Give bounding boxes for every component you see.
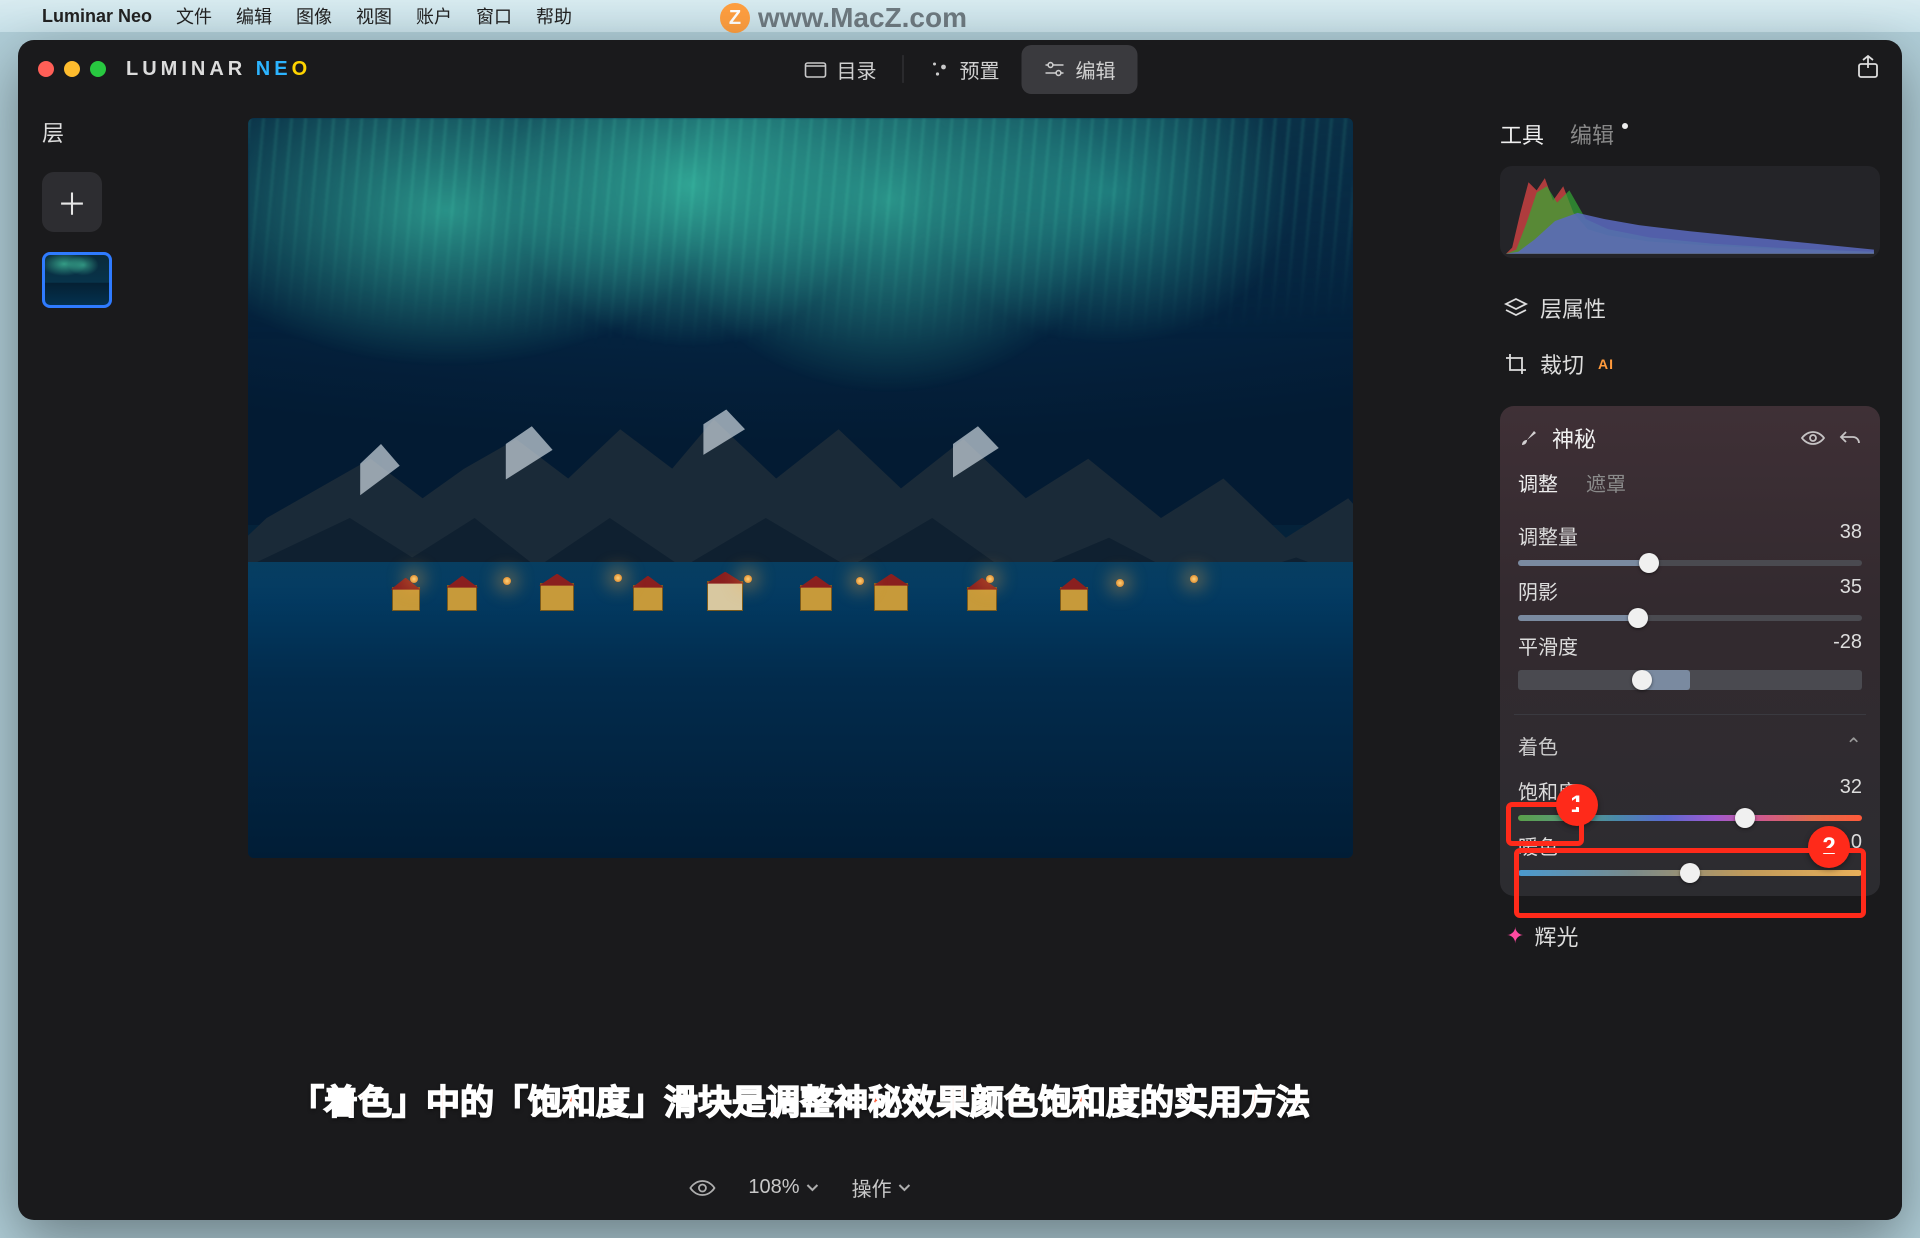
close-button[interactable]	[38, 61, 54, 77]
subtab-mask[interactable]: 遮罩	[1586, 468, 1626, 497]
ops-dropdown[interactable]: 操作	[852, 1173, 912, 1202]
menu-image[interactable]: 图像	[296, 3, 332, 29]
crop-icon	[1504, 352, 1528, 376]
tab-separator	[903, 55, 904, 83]
slider-warmth-track[interactable]	[1518, 870, 1862, 876]
menu-edit[interactable]: 编辑	[236, 3, 272, 29]
slider-shadow: 阴影 35	[1500, 566, 1880, 621]
zoom-button[interactable]	[90, 61, 106, 77]
callout-badge-2: 2	[1808, 826, 1850, 868]
folder-icon	[805, 60, 827, 78]
image-canvas[interactable]	[248, 118, 1353, 858]
right-tabs: 工具 编辑	[1500, 118, 1880, 150]
menu-file[interactable]: 文件	[176, 3, 212, 29]
brand-pre: LUMINAR	[126, 58, 256, 80]
tab-presets[interactable]: 预置	[908, 45, 1022, 94]
window-body: 层 ＋	[18, 98, 1902, 1220]
layers-title: 层	[42, 116, 118, 148]
tab-catalog-label: 目录	[837, 55, 877, 84]
callout-badge-1: 1	[1556, 784, 1598, 826]
slider-smooth-track[interactable]	[1518, 670, 1862, 690]
slider-smooth-value: -28	[1833, 631, 1862, 660]
mystic-subtabs: 调整 遮罩	[1500, 468, 1880, 511]
canvas-wrap	[248, 118, 1353, 858]
slider-shadow-value: 35	[1840, 576, 1862, 605]
annotation-caption: 「着色」中的「饱和度」滑块是调整神秘效果颜色饱和度的实用方法	[290, 1075, 1310, 1124]
tool-crop-label: 裁切	[1540, 348, 1584, 380]
sparkle-icon: ✦	[1506, 923, 1524, 949]
tab-presets-label: 预置	[960, 55, 1000, 84]
eye-icon[interactable]	[688, 1178, 716, 1198]
layers-icon	[1504, 297, 1528, 319]
mystic-header[interactable]: 神秘	[1500, 406, 1880, 468]
slider-warmth-label: 暖色	[1518, 831, 1558, 860]
layers-panel: 层 ＋	[18, 98, 118, 1220]
mystic-title: 神秘	[1552, 422, 1596, 454]
tab-catalog[interactable]: 目录	[783, 45, 899, 94]
chevron-down-icon	[898, 1183, 912, 1193]
canvas-bottom-bar: 108% 操作	[688, 1173, 911, 1202]
watermark: Z www.MacZ.com	[720, 2, 967, 34]
traffic-lights	[38, 61, 106, 77]
right-tab-edit[interactable]: 编辑	[1570, 118, 1614, 150]
chevron-down-icon	[806, 1183, 820, 1193]
tab-edit[interactable]: 编辑	[1022, 45, 1138, 94]
brand-e: E	[274, 58, 291, 80]
slider-amount-label: 调整量	[1518, 521, 1578, 550]
tint-section-header[interactable]: 着色 ⌃	[1500, 715, 1880, 766]
histogram[interactable]	[1500, 166, 1880, 258]
watermark-text: www.MacZ.com	[758, 2, 967, 34]
watermark-badge: Z	[720, 3, 750, 33]
canvas-area: 「着色」中的「饱和度」滑块是调整神秘效果颜色饱和度的实用方法 108% 操作	[118, 98, 1482, 1220]
slider-amount: 调整量 38	[1500, 511, 1880, 566]
slider-smooth: 平滑度 -28	[1500, 621, 1880, 690]
tint-section-label: 着色	[1518, 731, 1558, 760]
layer-thumbnail[interactable]	[42, 252, 112, 308]
ops-label: 操作	[852, 1173, 892, 1202]
undo-icon[interactable]	[1838, 428, 1862, 448]
eye-icon[interactable]	[1800, 429, 1826, 447]
menu-window[interactable]: 窗口	[476, 3, 512, 29]
titlebar: LUMINAR NEO 目录 预置 编辑	[18, 40, 1902, 98]
slider-saturation-value: 32	[1840, 776, 1862, 805]
add-layer-button[interactable]: ＋	[42, 172, 102, 232]
menu-account[interactable]: 账户	[416, 3, 452, 29]
minimize-button[interactable]	[64, 61, 80, 77]
slider-amount-track[interactable]	[1518, 560, 1862, 566]
subtab-adjust[interactable]: 调整	[1518, 468, 1558, 497]
share-icon	[1856, 54, 1880, 80]
menu-view[interactable]: 视图	[356, 3, 392, 29]
tool-crop[interactable]: 裁切 AI	[1500, 336, 1880, 392]
brand-n: N	[256, 58, 274, 80]
menubar-app[interactable]: Luminar Neo	[42, 6, 152, 27]
tool-layer-props[interactable]: 层属性	[1500, 280, 1880, 336]
zoom-dropdown[interactable]: 108%	[748, 1176, 819, 1199]
tool-layer-props-label: 层属性	[1540, 292, 1606, 324]
mode-tabs: 目录 预置 编辑	[783, 45, 1138, 94]
right-tab-tools[interactable]: 工具	[1500, 118, 1544, 150]
menu-help[interactable]: 帮助	[536, 3, 572, 29]
zoom-value: 108%	[748, 1176, 799, 1199]
brand-o: O	[292, 58, 312, 80]
tool-glow[interactable]: ✦ 辉光	[1500, 896, 1880, 952]
slider-smooth-label: 平滑度	[1518, 631, 1578, 660]
brush-icon	[1518, 427, 1540, 449]
slider-shadow-track[interactable]	[1518, 615, 1862, 621]
slider-shadow-label: 阴影	[1518, 576, 1558, 605]
sparkle-icon	[930, 59, 950, 79]
crop-ai-badge: AI	[1598, 356, 1614, 372]
slider-warmth-value: 0	[1851, 831, 1862, 860]
right-panel: 工具 编辑 层属性 裁切 AI	[1482, 98, 1902, 1220]
app-window: LUMINAR NEO 目录 预置 编辑 层 ＋	[18, 40, 1902, 1220]
tab-edit-label: 编辑	[1076, 55, 1116, 84]
slider-amount-value: 38	[1840, 521, 1862, 550]
sliders-icon	[1044, 60, 1066, 78]
share-button[interactable]	[1856, 54, 1880, 85]
tool-glow-label: 辉光	[1534, 920, 1578, 952]
chevron-up-icon: ⌃	[1845, 733, 1862, 758]
edit-indicator-dot	[1622, 123, 1628, 129]
mystic-panel: 神秘 调整 遮罩 调整量38 阴影35 平滑	[1500, 406, 1880, 896]
brand-logo: LUMINAR NEO	[126, 58, 311, 81]
